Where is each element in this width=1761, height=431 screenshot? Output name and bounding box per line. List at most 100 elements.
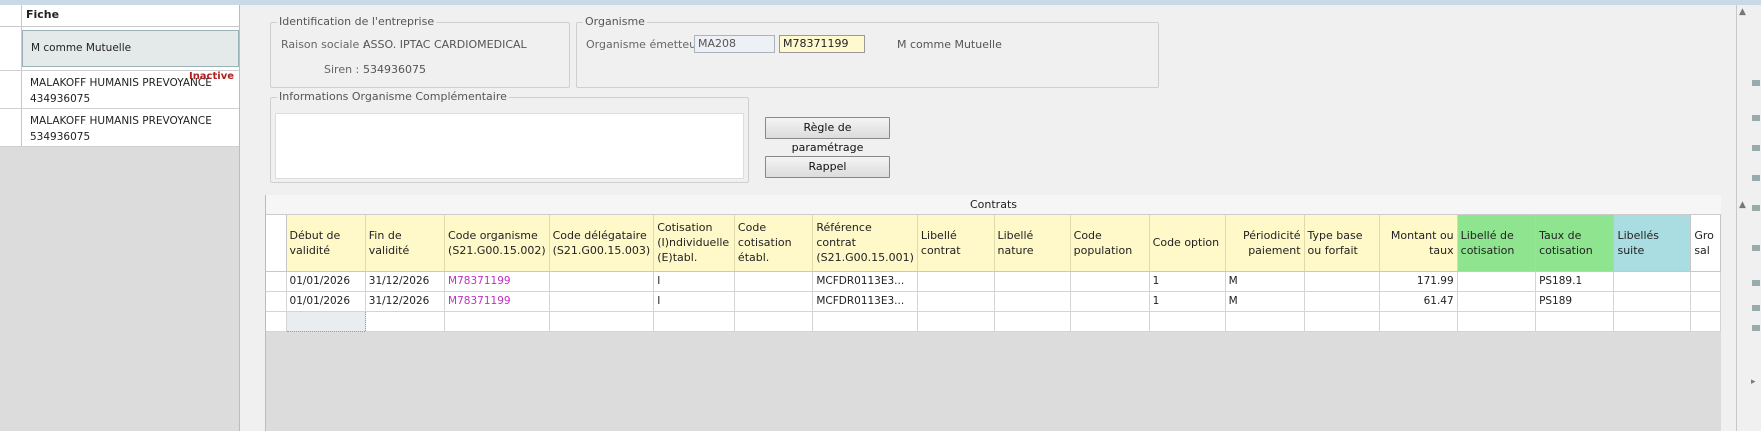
cell-code-population[interactable]	[1070, 271, 1150, 292]
organisme-group: Organisme	[576, 15, 1159, 88]
col-fin-validite[interactable]: Fin de validité	[365, 215, 446, 272]
new-row-cell[interactable]	[734, 311, 814, 332]
cell-libelles-suite[interactable]	[1613, 271, 1692, 292]
new-row-cell[interactable]	[812, 311, 918, 332]
new-row-cell[interactable]	[1457, 311, 1537, 332]
col-libelle-cotisation[interactable]: Libellé de cotisation	[1457, 215, 1537, 272]
cell-libelle-nature[interactable]	[994, 291, 1071, 312]
cell-montant[interactable]: 171.99	[1379, 271, 1458, 292]
cell-code-cotisation[interactable]	[734, 271, 814, 292]
rappel-button[interactable]: Rappel	[765, 156, 890, 178]
cell-code-population[interactable]	[1070, 291, 1150, 312]
col-gro-sal[interactable]: Gro sal	[1690, 215, 1721, 272]
col-libelle-contrat[interactable]: Libellé contrat	[917, 215, 995, 272]
fiche-list: Fiche M comme Mutuelle MALAKOFF HUMANIS …	[0, 5, 240, 431]
info-memo[interactable]	[275, 113, 744, 179]
new-row-cell[interactable]	[1535, 311, 1615, 332]
cell-periodicite[interactable]: M	[1225, 291, 1305, 312]
new-row-cell[interactable]	[1070, 311, 1150, 332]
row-stub	[266, 291, 287, 312]
cell-gro-sal[interactable]	[1690, 291, 1721, 312]
table-row[interactable]: 01/01/2026 31/12/2026 M78371199 I MCFDR0…	[266, 271, 1721, 292]
scroll-up-icon[interactable]: ▲	[1739, 7, 1746, 17]
list-item-m-comme-mutuelle[interactable]: M comme Mutuelle	[0, 27, 239, 71]
cell-code-option[interactable]: 1	[1149, 291, 1226, 312]
new-row-cell[interactable]	[1379, 311, 1458, 332]
cell-gro-sal[interactable]	[1690, 271, 1721, 292]
col-code-cotisation-etabl[interactable]: Code cotisation établ.	[734, 215, 814, 272]
list-item-malakoff-534936075[interactable]: MALAKOFF HUMANIS PREVOYANCE 534936075	[0, 109, 239, 147]
col-reference-contrat[interactable]: Référence contrat (S21.G00.15.001)	[812, 215, 918, 272]
cell-code-option[interactable]: 1	[1149, 271, 1226, 292]
contrats-title: Contrats	[266, 195, 1721, 215]
organisme-code-field[interactable]: MA208	[694, 35, 775, 53]
col-libelle-nature[interactable]: Libellé nature	[994, 215, 1071, 272]
col-libelles-suite[interactable]: Libellés suite	[1613, 215, 1692, 272]
siren-value: 534936075	[363, 63, 426, 76]
cell-libelle-cotisation[interactable]	[1457, 291, 1537, 312]
cell-libelle-contrat[interactable]	[917, 291, 995, 312]
organisme-id-field[interactable]: M78371199	[779, 35, 865, 53]
regle-parametrage-button[interactable]: Règle de paramétrage	[765, 117, 890, 154]
new-row[interactable]	[266, 310, 1721, 332]
strip-marker-icon	[1752, 115, 1760, 121]
new-row-cell[interactable]	[917, 311, 995, 332]
new-row-focused-cell[interactable]	[285, 310, 366, 332]
cell-code-delegataire[interactable]	[549, 291, 655, 312]
cell-cotisation[interactable]: I	[653, 291, 735, 312]
cell-code-organisme[interactable]: M78371199	[444, 271, 550, 292]
fiche-list-header: Fiche	[0, 5, 239, 27]
inactive-badge: Inactive	[188, 71, 234, 82]
new-row-cell[interactable]	[653, 311, 735, 332]
list-item-siren: 534936075	[30, 131, 91, 143]
cell-debut[interactable]: 01/01/2026	[286, 271, 366, 292]
new-row-cell[interactable]	[1149, 311, 1226, 332]
cell-libelles-suite[interactable]	[1613, 291, 1692, 312]
strip-marker-icon	[1752, 80, 1760, 86]
new-row-cell[interactable]	[444, 311, 550, 332]
new-row-cell[interactable]	[1613, 311, 1692, 332]
strip-marker-icon	[1752, 280, 1760, 286]
col-code-organisme[interactable]: Code organisme (S21.G00.15.002)	[444, 215, 550, 272]
new-row-cell[interactable]	[1225, 311, 1305, 332]
cell-debut[interactable]: 01/01/2026	[286, 291, 366, 312]
new-row-cell[interactable]	[994, 311, 1071, 332]
cell-fin[interactable]: 31/12/2026	[365, 271, 446, 292]
col-type-base[interactable]: Type base ou forfait	[1304, 215, 1381, 272]
cell-libelle-cotisation[interactable]	[1457, 271, 1537, 292]
grid-scroll-up-icon[interactable]: ▲	[1739, 200, 1746, 210]
new-row-cell[interactable]	[1690, 311, 1721, 332]
list-item-malakoff-434936075[interactable]: MALAKOFF HUMANIS PREVOYANCE 434936075 In…	[0, 71, 239, 109]
col-code-delegataire[interactable]: Code délégataire (S21.G00.15.003)	[549, 215, 655, 272]
cell-montant[interactable]: 61.47	[1379, 291, 1458, 312]
cell-reference[interactable]: MCFDR0113E3...	[812, 271, 918, 292]
col-code-population[interactable]: Code population	[1070, 215, 1150, 272]
cell-type-base[interactable]	[1304, 291, 1381, 312]
col-periodicite-paiement[interactable]: Périodicité paiement	[1225, 215, 1305, 272]
cell-code-delegataire[interactable]	[549, 271, 655, 292]
cell-cotisation[interactable]: I	[653, 271, 735, 292]
cell-periodicite[interactable]: M	[1225, 271, 1305, 292]
col-cotisation-type[interactable]: Cotisation (I)ndividuelle (E)tabl.	[653, 215, 735, 272]
new-row-cell[interactable]	[365, 311, 446, 332]
row-header-stub	[0, 5, 22, 26]
cell-reference[interactable]: MCFDR0113E3...	[812, 291, 918, 312]
cell-type-base[interactable]	[1304, 271, 1381, 292]
cell-libelle-contrat[interactable]	[917, 271, 995, 292]
expand-icon[interactable]: ▸	[1751, 377, 1756, 387]
new-row-cell[interactable]	[1304, 311, 1381, 332]
col-taux-cotisation[interactable]: Taux de cotisation	[1535, 215, 1615, 272]
cell-fin[interactable]: 31/12/2026	[365, 291, 446, 312]
fiche-column-header[interactable]: Fiche	[22, 5, 63, 26]
new-row-cell[interactable]	[549, 311, 655, 332]
col-montant-taux[interactable]: Montant ou taux	[1379, 215, 1458, 272]
cell-taux-cotisation[interactable]: PS189	[1535, 291, 1615, 312]
col-debut-validite[interactable]: Début de validité	[286, 215, 366, 272]
cell-libelle-nature[interactable]	[994, 271, 1071, 292]
col-code-option[interactable]: Code option	[1149, 215, 1226, 272]
cell-code-cotisation[interactable]	[734, 291, 814, 312]
cell-taux-cotisation[interactable]: PS189.1	[1535, 271, 1615, 292]
strip-marker-icon	[1752, 145, 1760, 151]
cell-code-organisme[interactable]: M78371199	[444, 291, 550, 312]
table-row[interactable]: 01/01/2026 31/12/2026 M78371199 I MCFDR0…	[266, 291, 1721, 312]
